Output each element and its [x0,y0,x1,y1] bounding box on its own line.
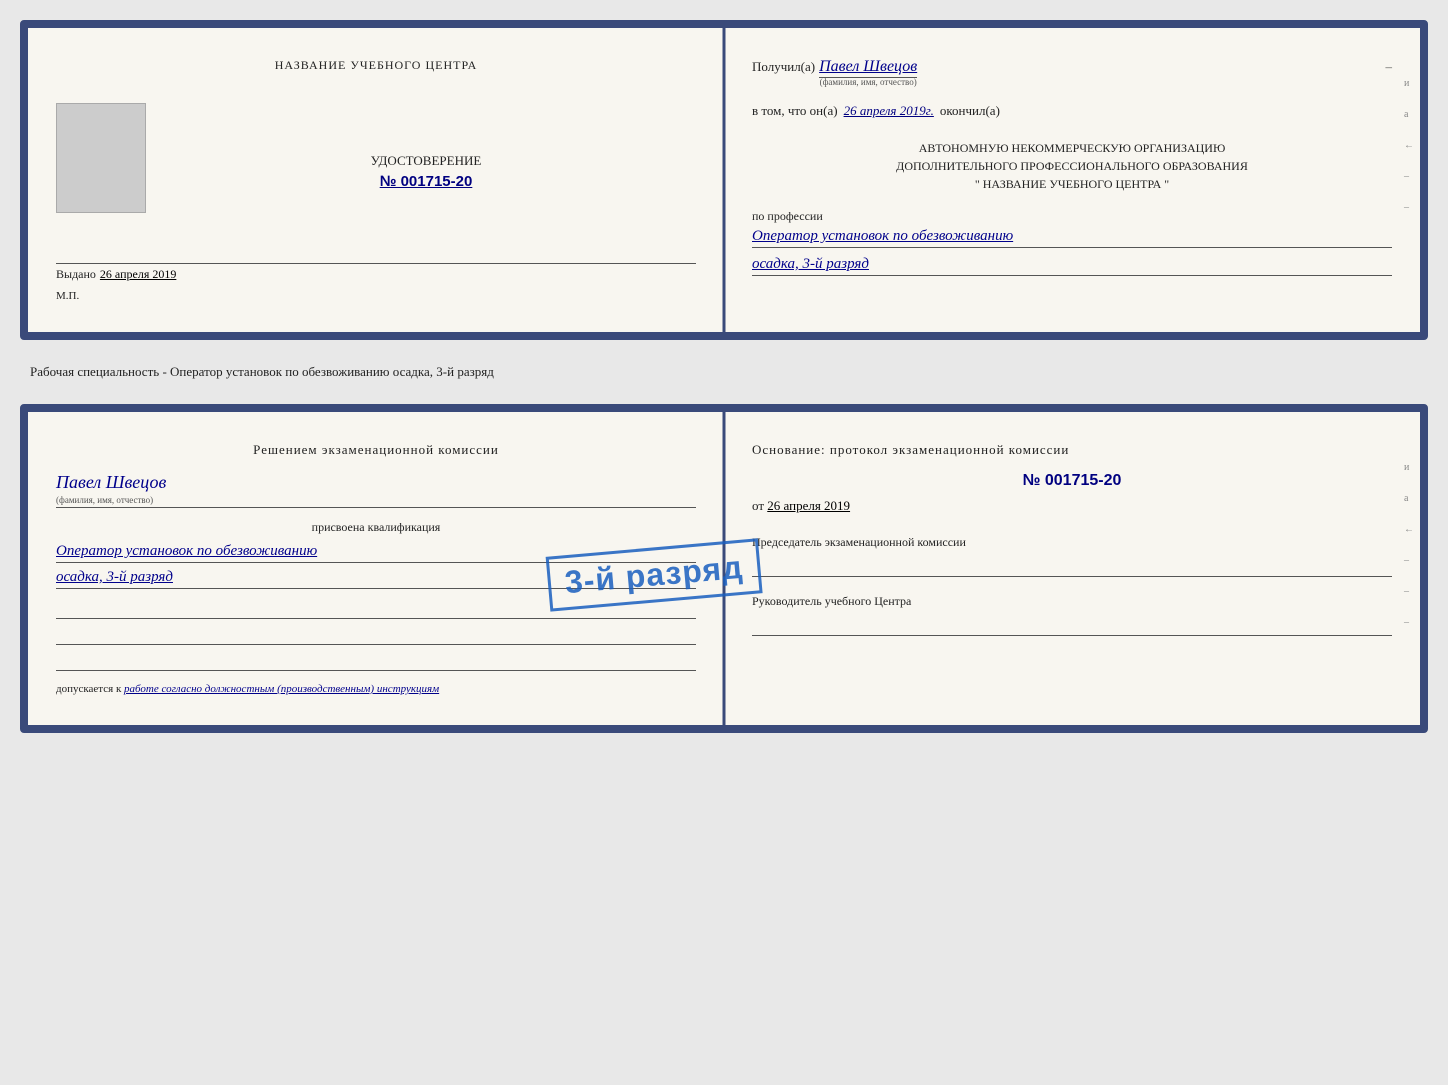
card2-right-panel: Основание: протокол экзаменационной коми… [724,412,1420,725]
separator-text: Рабочая специальность - Оператор установ… [30,364,1428,380]
okonchil-label: окончил(а) [940,103,1000,119]
vtom-label: в том, что он(а) [752,103,838,119]
right-edge-marks: и а ← – – [1404,78,1414,213]
received-label: Получил(а) [752,59,815,75]
issued-label: Выдано [56,267,96,282]
right-edge-marks-2: и а ← – – – [1404,462,1414,628]
training-center-title: НАЗВАНИЕ УЧЕБНОГО ЦЕНТРА [56,58,696,73]
assigned-qual-label: присвоена квалификация [56,520,696,535]
card1-right-panel: Получил(а) Павел Швецов (фамилия, имя, о… [724,28,1420,332]
card1-left-panel: НАЗВАНИЕ УЧЕБНОГО ЦЕНТРА УДОСТОВЕРЕНИЕ №… [28,28,724,332]
received-name: Павел Швецов [819,58,917,78]
predsedatel-sig-line [752,555,1392,577]
card1-content-flex: УДОСТОВЕРЕНИЕ № 001715-20 [56,103,696,213]
pred-label: Председатель экзаменационной комиссии [752,534,1392,551]
profession-label: по профессии [752,209,1392,224]
допускается-label: допускается к [56,683,121,695]
cert-number-block: УДОСТОВЕРЕНИЕ № 001715-20 [156,143,696,191]
cert-title: УДОСТОВЕРЕНИЕ [156,153,696,169]
допускается-value: работе согласно должностным (производств… [124,683,439,695]
profession-value-line2: осадка, 3-й разряд [752,256,1392,276]
допускается-line: допускается к работе согласно должностны… [56,683,696,695]
issued-line: Выдано 26 апреля 2019 [56,263,696,282]
vtom-date: 26 апреля 2019г. [844,103,934,119]
ruk-sig-line [752,614,1392,636]
dash: – [1386,59,1393,75]
predsedatel-block: Председатель экзаменационной комиссии [752,534,1392,577]
ot-date: 26 апреля 2019 [767,498,850,513]
certificate-card-2: Решением экзаменационной комиссии Павел … [20,404,1428,733]
osnov-label: Основание: протокол экзаменационной коми… [752,442,1392,458]
photo-placeholder [56,103,146,213]
received-name-subtitle: (фамилия, имя, отчество) [819,77,917,87]
org-line2: ДОПОЛНИТЕЛЬНОГО ПРОФЕССИОНАЛЬНОГО ОБРАЗО… [752,157,1392,175]
cert-number: № 001715-20 [380,173,473,190]
card2-name-sub: (фамилия, имя, отчество) [56,495,696,508]
card2-name: Павел Швецов [56,472,696,493]
decision-title: Решением экзаменационной комиссии [56,442,696,458]
signature-lines [56,599,696,671]
ot-label: от [752,498,764,513]
profession-value-line1: Оператор установок по обезвоживанию [752,228,1392,248]
rukovoditel-block: Руководитель учебного Центра [752,593,1392,636]
certificate-card-1: НАЗВАНИЕ УЧЕБНОГО ЦЕНТРА УДОСТОВЕРЕНИЕ №… [20,20,1428,340]
sig-line-2 [56,625,696,645]
sig-line-3 [56,651,696,671]
mp-label: М.П. [56,290,696,302]
org-line1: АВТОНОМНУЮ НЕКОММЕРЧЕСКУЮ ОРГАНИЗАЦИЮ [752,139,1392,157]
received-line: Получил(а) Павел Швецов (фамилия, имя, о… [752,58,1392,87]
org-line3: " НАЗВАНИЕ УЧЕБНОГО ЦЕНТРА " [752,175,1392,193]
card1-cert-text-block: УДОСТОВЕРЕНИЕ № 001715-20 [156,103,696,191]
ruk-label: Руководитель учебного Центра [752,593,1392,610]
issued-date: 26 апреля 2019 [100,267,176,282]
vtom-line: в том, что он(а) 26 апреля 2019г. окончи… [752,103,1392,119]
page-container: НАЗВАНИЕ УЧЕБНОГО ЦЕНТРА УДОСТОВЕРЕНИЕ №… [20,20,1428,733]
org-block: АВТОНОМНУЮ НЕКОММЕРЧЕСКУЮ ОРГАНИЗАЦИЮ ДО… [752,139,1392,193]
proto-number: № 001715-20 [752,472,1392,490]
ot-line: от 26 апреля 2019 [752,498,1392,514]
